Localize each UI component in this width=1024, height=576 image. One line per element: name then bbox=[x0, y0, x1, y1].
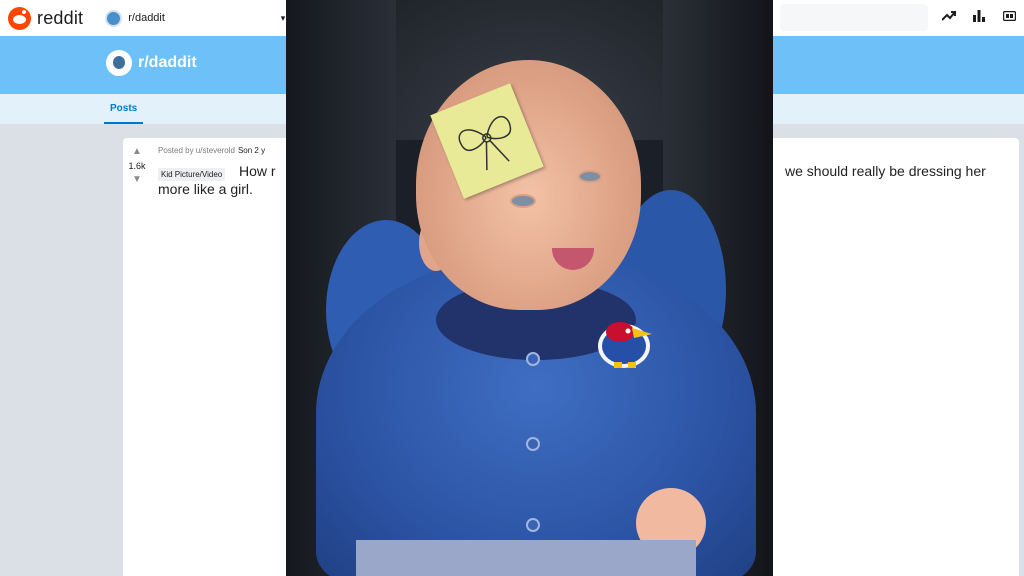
subreddit-name: r/daddit bbox=[138, 54, 197, 71]
trending-icon[interactable] bbox=[942, 9, 956, 23]
vote-count: 1.6k bbox=[128, 161, 146, 171]
community-dropdown[interactable]: r/daddit ▾ bbox=[105, 4, 285, 32]
header-actions bbox=[942, 9, 1016, 23]
post-meta: Posted by u/steverold Son 2 y bbox=[158, 146, 265, 155]
user-flair: Son 2 y bbox=[237, 146, 266, 155]
posted-by[interactable]: Posted by u/steverold bbox=[158, 146, 235, 155]
blanket bbox=[356, 540, 696, 576]
eye-right bbox=[578, 170, 602, 183]
snap-button bbox=[526, 352, 540, 366]
reddit-alien-icon bbox=[8, 6, 31, 30]
post-flair[interactable]: Kid Picture/Video bbox=[158, 168, 226, 181]
snap-button bbox=[526, 437, 540, 451]
vote-column: ▲ 1.6k ▼ bbox=[125, 146, 149, 186]
post-image[interactable] bbox=[286, 0, 773, 576]
logo-text: reddit bbox=[37, 7, 84, 28]
upvote-icon[interactable]: ▲ bbox=[132, 146, 142, 158]
stats-icon[interactable] bbox=[972, 9, 986, 23]
baby-face bbox=[416, 60, 641, 310]
cc-icon[interactable] bbox=[1002, 9, 1016, 23]
community-name: r/daddit bbox=[128, 12, 165, 24]
community-avatar-icon bbox=[105, 9, 123, 27]
banner-title[interactable]: r/daddit bbox=[106, 50, 197, 76]
reddit-logo[interactable]: reddit bbox=[8, 6, 84, 30]
post-title-end[interactable]: we should really be dressing her bbox=[785, 163, 986, 179]
subreddit-avatar-icon bbox=[106, 50, 132, 76]
snap-button bbox=[526, 518, 540, 532]
search-input[interactable] bbox=[780, 4, 928, 31]
jayhawk-logo bbox=[594, 312, 654, 370]
chevron-down-icon: ▾ bbox=[280, 12, 286, 23]
post-title-line2[interactable]: more like a girl. bbox=[158, 181, 253, 197]
eye-left bbox=[510, 194, 536, 208]
downvote-icon[interactable]: ▼ bbox=[132, 174, 142, 186]
post-title-start[interactable]: How r bbox=[239, 163, 276, 179]
tab-posts[interactable]: Posts bbox=[104, 94, 144, 124]
